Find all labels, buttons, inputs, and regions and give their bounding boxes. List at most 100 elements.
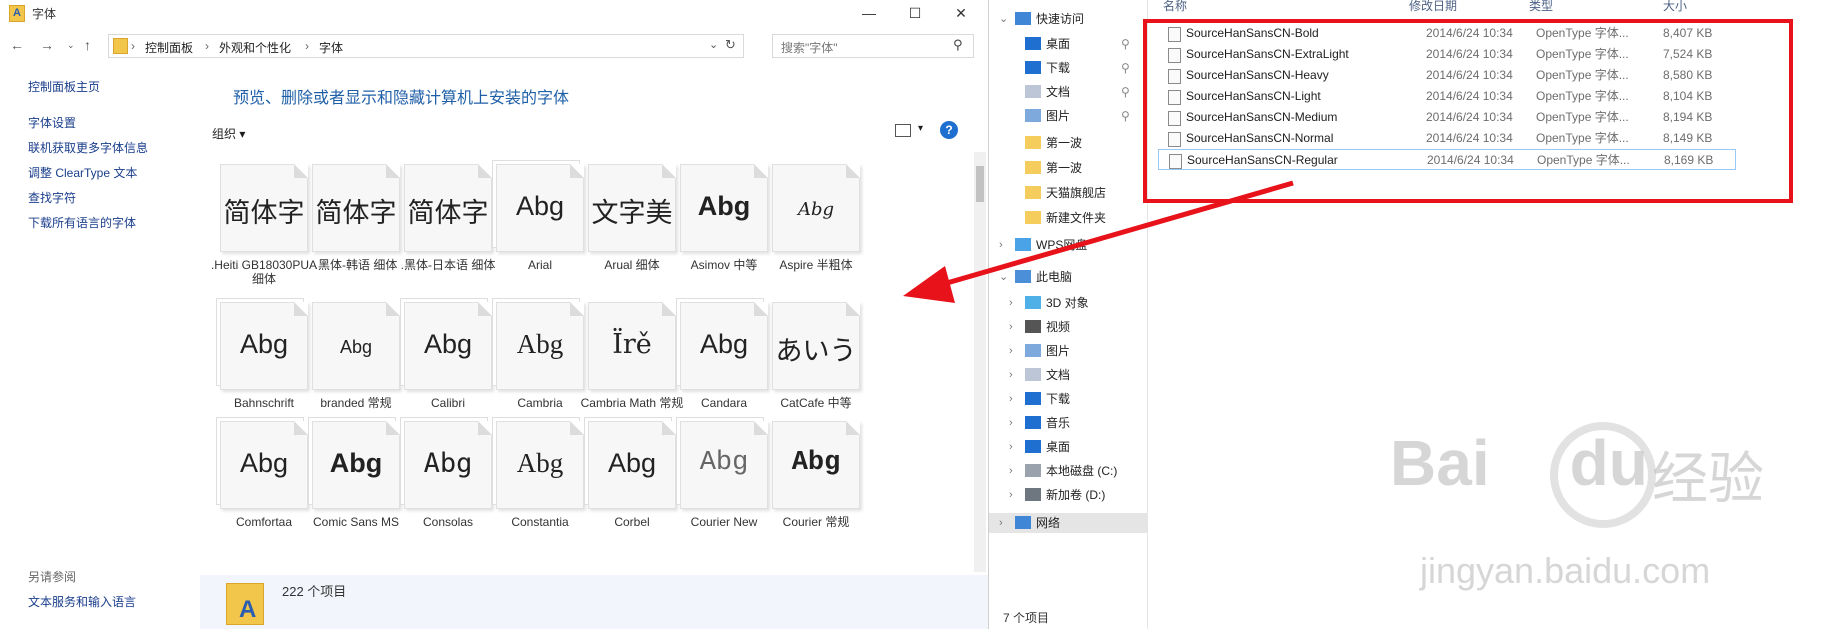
font-settings-link[interactable]: 字体设置: [28, 114, 76, 131]
address-dropdown-icon[interactable]: ⌄: [709, 38, 718, 51]
font-tile[interactable]: Abg Aspire 半粗体: [764, 164, 868, 308]
adjust-cleartype-link[interactable]: 调整 ClearType 文本: [28, 164, 137, 181]
tree-pinned-item[interactable]: 下载 ⚲: [989, 58, 1147, 78]
font-tile[interactable]: Abg Constantia: [488, 421, 592, 565]
address-bar[interactable]: › 控制面板 › 外观和个性化 › 字体 ⌄ ↻: [108, 34, 744, 58]
expand-chevron-icon[interactable]: ⌄: [999, 9, 1008, 29]
column-header-type[interactable]: 类型: [1529, 0, 1553, 14]
font-tile[interactable]: 简体字 .黑体-韩语 细体: [304, 164, 408, 308]
font-tile[interactable]: Abg Comfortaa: [212, 421, 316, 565]
search-icon[interactable]: ⚲: [953, 37, 963, 53]
tree-this-pc[interactable]: ⌄ 此电脑: [989, 267, 1147, 287]
pin-icon[interactable]: ⚲: [1121, 106, 1130, 126]
breadcrumb-fonts[interactable]: 字体: [319, 39, 343, 56]
close-button[interactable]: ✕: [938, 0, 984, 26]
collapse-chevron-icon[interactable]: ›: [1009, 389, 1013, 409]
font-sample-text: Abg: [515, 191, 565, 221]
tree-pc-item[interactable]: › 3D 对象: [989, 293, 1147, 313]
forward-arrow-icon[interactable]: →: [40, 37, 54, 53]
view-dropdown-icon[interactable]: ▾: [918, 123, 923, 134]
tree-pc-item[interactable]: › 视频: [989, 317, 1147, 337]
tree-pc-item[interactable]: › 文档: [989, 365, 1147, 385]
tree-quick-access[interactable]: ⌄ 快速访问: [989, 9, 1147, 29]
view-options-icon[interactable]: [895, 124, 911, 137]
text-services-link[interactable]: 文本服务和输入语言: [28, 593, 136, 610]
font-tile[interactable]: 简体字 .Heiti GB18030PUA 细体: [211, 164, 317, 308]
tree-pc-item[interactable]: › 新加卷 (D:): [989, 485, 1147, 505]
font-tile[interactable]: Abg Arial: [488, 164, 592, 308]
folder-icon: [1025, 136, 1041, 149]
window-title: 字体: [32, 7, 57, 21]
font-family-stack-icon: Abg: [220, 302, 308, 390]
tree-pc-item[interactable]: › 桌面: [989, 437, 1147, 457]
font-tile[interactable]: Abg Courier 常规: [764, 421, 868, 565]
collapse-chevron-icon[interactable]: ›: [999, 235, 1003, 255]
font-tile[interactable]: Abg Asimov 中等: [672, 164, 776, 308]
tree-pc-item[interactable]: › 图片: [989, 341, 1147, 361]
font-sample-text: Abg: [697, 191, 751, 221]
tree-item-label: 第一波: [1046, 161, 1083, 175]
tree-wps-drive[interactable]: › WPS网盘: [989, 235, 1147, 255]
get-more-fonts-online-link[interactable]: 联机获取更多字体信息: [28, 139, 148, 156]
control-panel-home-link[interactable]: 控制面板主页: [28, 78, 100, 95]
collapse-chevron-icon[interactable]: ›: [1009, 293, 1013, 313]
collapse-chevron-icon[interactable]: ›: [999, 513, 1003, 533]
collapse-chevron-icon[interactable]: ›: [1009, 365, 1013, 385]
find-character-link[interactable]: 查找字符: [28, 189, 76, 206]
column-header-date[interactable]: 修改日期: [1409, 0, 1457, 14]
tree-network[interactable]: › 网络: [989, 513, 1147, 533]
breadcrumb-appearance[interactable]: 外观和个性化: [219, 39, 291, 56]
collapse-chevron-icon[interactable]: ›: [1009, 413, 1013, 433]
vertical-scrollbar[interactable]: [974, 152, 986, 572]
details-pane: A 222 个项目: [200, 575, 988, 629]
tree-pinned-item[interactable]: 图片 ⚲: [989, 106, 1147, 126]
pin-icon[interactable]: ⚲: [1121, 58, 1130, 78]
font-tile[interactable]: Abg Corbel: [580, 421, 684, 565]
tree-recent-folder[interactable]: 第一波: [989, 158, 1147, 178]
font-sample-text: Abg: [423, 448, 473, 479]
refresh-icon[interactable]: ↻: [725, 37, 736, 53]
collapse-chevron-icon[interactable]: ›: [1009, 317, 1013, 337]
column-header-name[interactable]: 名称: [1163, 0, 1187, 14]
font-sample-text: Abg: [797, 199, 835, 220]
folder-icon: [1025, 416, 1041, 429]
maximize-button[interactable]: ☐: [892, 0, 938, 26]
tree-pinned-item[interactable]: 桌面 ⚲: [989, 34, 1147, 54]
tree-recent-folder[interactable]: 新建文件夹: [989, 208, 1147, 228]
collapse-chevron-icon[interactable]: ›: [1009, 437, 1013, 457]
expand-chevron-icon[interactable]: ⌄: [999, 267, 1008, 287]
font-tile[interactable]: Abg Courier New: [672, 421, 776, 565]
pin-icon[interactable]: ⚲: [1121, 82, 1130, 102]
collapse-chevron-icon[interactable]: ›: [1009, 461, 1013, 481]
font-file-icon: 简体字: [404, 164, 492, 252]
pin-icon[interactable]: ⚲: [1121, 34, 1130, 54]
back-arrow-icon[interactable]: ←: [10, 37, 24, 53]
column-header-size[interactable]: 大小: [1663, 0, 1687, 14]
search-input[interactable]: 搜索"字体" ⚲: [772, 34, 974, 58]
download-all-language-fonts-link[interactable]: 下载所有语言的字体: [28, 214, 136, 231]
up-arrow-icon[interactable]: ↑: [84, 37, 91, 53]
organize-button[interactable]: 组织 ▾: [212, 125, 245, 142]
font-file-icon: Abg: [312, 302, 400, 390]
font-tile[interactable]: Abg Consolas: [396, 421, 500, 565]
page-fold-icon: [846, 302, 860, 316]
font-family-stack-icon: Abg: [220, 421, 308, 509]
font-file-icon: Abg: [680, 164, 768, 252]
breadcrumb-control-panel[interactable]: 控制面板: [145, 39, 193, 56]
font-tile[interactable]: 简体字 .黑体-日本语 细体: [396, 164, 500, 308]
tree-pinned-item[interactable]: 文档 ⚲: [989, 82, 1147, 102]
tree-recent-folder[interactable]: 第一波: [989, 133, 1147, 153]
help-icon[interactable]: ?: [940, 121, 958, 139]
font-family-stack-icon: Abg: [496, 302, 584, 390]
tree-pc-item[interactable]: › 本地磁盘 (C:): [989, 461, 1147, 481]
font-tile[interactable]: Abg Comic Sans MS: [304, 421, 408, 565]
collapse-chevron-icon[interactable]: ›: [1009, 341, 1013, 361]
recent-locations-chevron-icon[interactable]: ⌄: [67, 40, 75, 51]
tree-pc-item[interactable]: › 音乐: [989, 413, 1147, 433]
collapse-chevron-icon[interactable]: ›: [1009, 485, 1013, 505]
minimize-button[interactable]: —: [846, 0, 892, 26]
tree-pc-item[interactable]: › 下载: [989, 389, 1147, 409]
tree-recent-folder[interactable]: 天猫旗舰店: [989, 183, 1147, 203]
font-tile[interactable]: 文字美 Arual 细体: [580, 164, 684, 308]
scrollbar-thumb[interactable]: [976, 166, 984, 202]
